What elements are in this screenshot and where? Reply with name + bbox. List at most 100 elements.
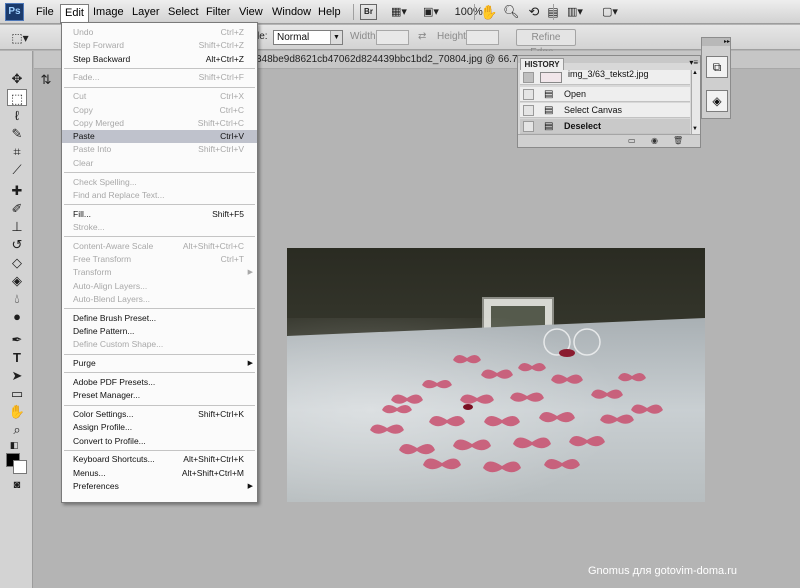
menu-item-paste[interactable]: Paste Ctrl+V bbox=[62, 130, 257, 144]
swap-icon[interactable]: ⇄ bbox=[418, 31, 426, 42]
menu-file[interactable]: File bbox=[32, 4, 58, 21]
menu-filter[interactable]: Filter bbox=[202, 4, 234, 21]
menu-view[interactable]: View bbox=[235, 4, 267, 21]
brush-source-icon[interactable] bbox=[523, 72, 534, 83]
document-tab[interactable]: 848be9d8621cb47062d824439bbc1bd2_70804.j… bbox=[256, 52, 520, 68]
trash-icon[interactable]: 🗑︎ bbox=[673, 136, 683, 145]
new-document-from-state-icon[interactable]: ▭ bbox=[628, 136, 636, 145]
menu-item-stroke[interactable]: Stroke... bbox=[62, 221, 257, 234]
shape-tool-icon[interactable]: ▭ bbox=[7, 385, 27, 402]
menu-item-label: Step Forward bbox=[73, 40, 125, 51]
menu-item-check-spelling[interactable]: Check Spelling... bbox=[62, 176, 257, 189]
refine-edge-button[interactable]: Refine Edge... bbox=[516, 29, 576, 58]
dodge-tool-icon[interactable]: ● bbox=[7, 308, 27, 325]
menu-item-find-and-replace-text[interactable]: Find and Replace Text... bbox=[62, 189, 257, 202]
panel-menu-icon[interactable]: ▾≡ bbox=[689, 58, 698, 67]
style-select[interactable]: Normal ▼ bbox=[273, 30, 343, 45]
history-brush-icon[interactable]: ↺ bbox=[7, 236, 27, 253]
height-input[interactable] bbox=[466, 30, 499, 45]
width-input[interactable] bbox=[376, 30, 409, 45]
lasso-tool-icon[interactable]: ℓ bbox=[7, 107, 27, 124]
arrange-tool-icon[interactable]: ⇅ bbox=[36, 70, 56, 90]
menu-item-paste-into[interactable]: Paste Into Shift+Ctrl+V bbox=[62, 143, 257, 156]
menu-item-define-brush-preset[interactable]: Define Brush Preset... bbox=[62, 312, 257, 325]
crop-tool-icon[interactable]: ⌗ bbox=[7, 143, 27, 160]
history-step-selected[interactable]: ▤ Deselect bbox=[520, 119, 690, 134]
scroll-down-icon[interactable]: ▼ bbox=[692, 126, 698, 132]
path-select-icon[interactable]: ➤ bbox=[7, 367, 27, 384]
menu-item-step-backward[interactable]: Step Backward Alt+Ctrl+Z bbox=[62, 53, 257, 66]
brush-source-checkbox[interactable] bbox=[523, 89, 534, 100]
menu-item-assign-profile[interactable]: Assign Profile... bbox=[62, 421, 257, 434]
menu-item-copy-merged[interactable]: Copy Merged Shift+Ctrl+C bbox=[62, 117, 257, 130]
arrange-documents-icon[interactable]: ▥▾ bbox=[562, 4, 588, 20]
menu-layer[interactable]: Layer bbox=[128, 4, 164, 21]
menu-help[interactable]: Help bbox=[314, 4, 345, 21]
paint-bucket-icon[interactable]: ◈ bbox=[7, 272, 27, 289]
screen-mode-icon[interactable]: ▢▾ bbox=[597, 4, 623, 20]
menu-item-fill[interactable]: Fill... Shift+F5 bbox=[62, 208, 257, 221]
bridge-button[interactable]: Br bbox=[360, 4, 377, 20]
blur-tool-icon[interactable]: 💧︎ bbox=[7, 290, 27, 307]
marquee-tool-icon[interactable]: ⬚ bbox=[7, 89, 27, 106]
menu-item-purge[interactable]: Purge ▶ bbox=[62, 357, 257, 370]
history-snapshot[interactable]: img_3/63_tekst2.jpg bbox=[520, 69, 690, 85]
rotate-view-icon[interactable]: ⟲ bbox=[526, 4, 542, 20]
menu-item-content-aware-scale[interactable]: Content-Aware Scale Alt+Shift+Ctrl+C bbox=[62, 240, 257, 253]
menu-edit[interactable]: Edit bbox=[60, 4, 89, 24]
history-scrollbar[interactable]: ▲ ▼ bbox=[691, 70, 700, 135]
eraser-tool-icon[interactable]: ◇ bbox=[7, 254, 27, 271]
brush-source-checkbox[interactable] bbox=[523, 105, 534, 116]
eyedropper-tool-icon[interactable]: ⟋ bbox=[7, 161, 27, 178]
layers-panel-icon[interactable]: ◈ bbox=[706, 90, 728, 112]
history-step[interactable]: ▤ Select Canvas bbox=[520, 103, 690, 118]
hand-icon[interactable]: ✋ bbox=[480, 4, 497, 20]
zoom-tool-icon[interactable]: ⌕ bbox=[7, 421, 27, 438]
photo-canvas[interactable] bbox=[287, 248, 705, 502]
menu-item-auto-blend-layers[interactable]: Auto-Blend Layers... bbox=[62, 293, 257, 306]
background-color[interactable] bbox=[13, 460, 27, 474]
brush-source-checkbox[interactable] bbox=[523, 121, 534, 132]
history-step[interactable]: ▤ Open bbox=[520, 87, 690, 102]
healing-brush-icon[interactable]: ✚ bbox=[7, 182, 27, 199]
scroll-up-icon[interactable]: ▲ bbox=[692, 70, 698, 76]
menu-select[interactable]: Select bbox=[164, 4, 203, 21]
menu-separator bbox=[64, 204, 255, 206]
menu-item-auto-align-layers[interactable]: Auto-Align Layers... bbox=[62, 280, 257, 293]
marquee-preset-icon[interactable]: ⬚▾ bbox=[8, 30, 32, 46]
menu-image[interactable]: Image bbox=[89, 4, 128, 21]
menu-item-color-settings[interactable]: Color Settings... Shift+Ctrl+K bbox=[62, 408, 257, 421]
hand-tool-icon[interactable]: ✋ bbox=[7, 403, 27, 420]
quick-select-tool-icon[interactable]: ✎ bbox=[7, 125, 27, 142]
new-snapshot-icon[interactable]: ◉ bbox=[651, 136, 658, 145]
move-tool-icon[interactable]: ✥ bbox=[7, 70, 27, 87]
menu-item-preset-manager[interactable]: Preset Manager... bbox=[62, 389, 257, 402]
menu-item-fade[interactable]: Fade... Shift+Ctrl+F bbox=[62, 71, 257, 84]
menu-item-free-transform[interactable]: Free Transform Ctrl+T bbox=[62, 253, 257, 266]
quick-mask-icon[interactable]: ◙ bbox=[7, 477, 27, 494]
menu-item-clear[interactable]: Clear bbox=[62, 157, 257, 170]
pen-tool-icon[interactable]: ✒ bbox=[7, 331, 27, 348]
type-tool-icon[interactable]: T bbox=[7, 349, 27, 366]
collapse-icon[interactable]: ▸▸ bbox=[702, 38, 730, 46]
clone-stamp-icon[interactable]: ⊥ bbox=[7, 218, 27, 235]
menu-item-transform[interactable]: Transform ▶ bbox=[62, 266, 257, 279]
menu-item-define-pattern[interactable]: Define Pattern... bbox=[62, 325, 257, 338]
brush-tool-icon[interactable]: ✐ bbox=[7, 200, 27, 217]
menu-item-keyboard-shortcuts[interactable]: Keyboard Shortcuts... Alt+Shift+Ctrl+K bbox=[62, 453, 257, 466]
history-panel-icon[interactable]: ⧉ bbox=[706, 56, 728, 78]
menu-item-define-custom-shape[interactable]: Define Custom Shape... bbox=[62, 338, 257, 351]
zoom-level-icon[interactable]: ▣▾ bbox=[418, 4, 444, 20]
menu-item-adobe-pdf-presets[interactable]: Adobe PDF Presets... bbox=[62, 376, 257, 389]
menu-window[interactable]: Window bbox=[268, 4, 315, 21]
menu-item-undo[interactable]: Undo Ctrl+Z bbox=[62, 26, 257, 39]
zoom-icon[interactable]: 🔍︎ bbox=[503, 4, 520, 20]
menu-item-step-forward[interactable]: Step Forward Shift+Ctrl+Z bbox=[62, 39, 257, 52]
swap-colors-icon[interactable]: ◧ bbox=[4, 437, 24, 454]
menu-item-preferences[interactable]: Preferences ▶ bbox=[62, 480, 257, 493]
menu-item-menus[interactable]: Menus... Alt+Shift+Ctrl+M bbox=[62, 467, 257, 480]
menu-item-convert-to-profile[interactable]: Convert to Profile... bbox=[62, 435, 257, 448]
menu-item-copy[interactable]: Copy Ctrl+C bbox=[62, 104, 257, 117]
menu-item-cut[interactable]: Cut Ctrl+X bbox=[62, 90, 257, 103]
view-extras-icon[interactable]: ▦▾ bbox=[386, 4, 412, 20]
